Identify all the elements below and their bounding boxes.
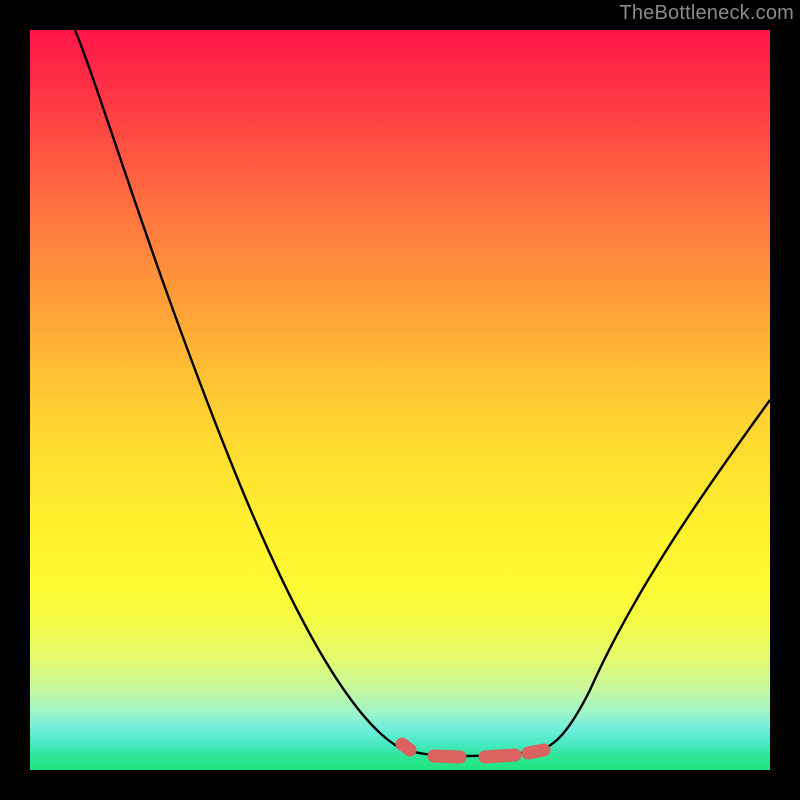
chart-svg [30, 30, 770, 770]
bottleneck-curve [75, 30, 770, 756]
watermark-text: TheBottleneck.com [619, 2, 794, 25]
chart-frame: TheBottleneck.com [0, 0, 800, 800]
plot-area [30, 30, 770, 770]
